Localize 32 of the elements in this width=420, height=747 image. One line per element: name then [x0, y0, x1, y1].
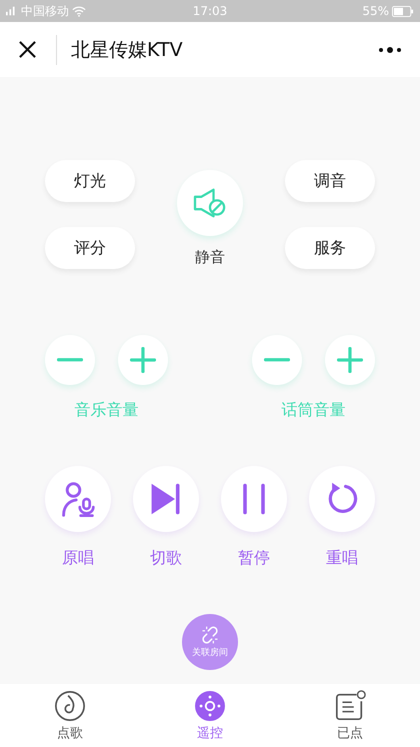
control-button[interactable]: 灯光	[45, 160, 135, 202]
tab-item[interactable]: 已点	[310, 690, 390, 742]
music-note-icon	[54, 690, 86, 722]
close-icon[interactable]	[18, 40, 37, 59]
mute-label: 静音	[195, 248, 225, 267]
page-title: 北星传媒KTV	[71, 38, 184, 62]
tab-item[interactable]: 遥控	[170, 690, 250, 742]
broken-link-icon	[200, 625, 220, 645]
carrier-name: 中国移动	[21, 2, 69, 20]
wifi-icon	[72, 6, 86, 16]
playback-label: 暂停	[238, 548, 270, 569]
volume-label: 音乐音量	[74, 400, 138, 421]
clock-time: 17:03	[192, 4, 228, 18]
battery-percent: 55%	[362, 4, 389, 18]
control-button[interactable]: 评分	[45, 227, 135, 269]
playback-label: 切歌	[150, 548, 182, 569]
battery-icon	[392, 6, 414, 16]
speaker-muted-icon	[192, 188, 228, 218]
singer-microphone-icon	[60, 481, 96, 517]
playback-label: 原唱	[62, 548, 94, 569]
plus-icon	[130, 347, 156, 373]
plus-icon	[337, 347, 363, 373]
more-icon[interactable]	[378, 46, 402, 54]
list-badge-icon	[334, 690, 366, 722]
minus-icon	[57, 358, 83, 362]
minus-icon	[264, 358, 290, 362]
remote-control-icon	[194, 690, 226, 722]
control-button[interactable]: 调音	[285, 160, 375, 202]
control-button[interactable]: 服务	[285, 227, 375, 269]
playback-label: 重唱	[326, 548, 358, 569]
tab-item[interactable]: 点歌	[30, 690, 110, 742]
volume-label: 话筒音量	[282, 400, 346, 421]
